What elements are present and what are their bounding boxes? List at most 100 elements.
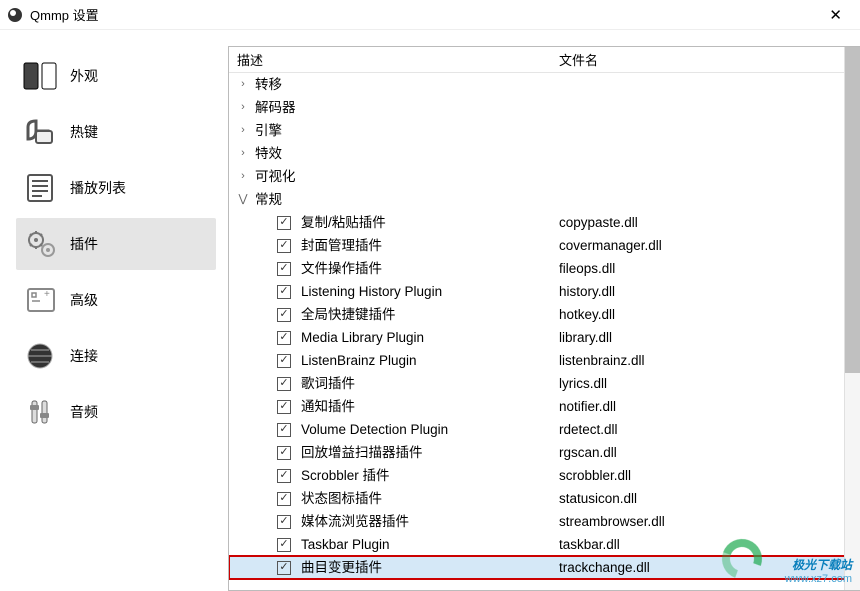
connection-icon — [16, 335, 68, 377]
plugin-desc: Scrobbler 插件 — [301, 464, 559, 487]
plugin-row[interactable]: ✓ 曲目变更插件trackchange.dll — [229, 556, 860, 579]
sidebar-item-playlist[interactable]: 播放列表 — [16, 162, 216, 214]
plugin-checkbox[interactable]: ✓ — [277, 446, 291, 460]
plugin-file: library.dll — [559, 326, 860, 349]
plugin-row[interactable]: ✓ 复制/粘贴插件copypaste.dll — [229, 211, 860, 234]
plugin-file: scrobbler.dll — [559, 464, 860, 487]
plugin-row[interactable]: ✓ 文件操作插件fileops.dll — [229, 257, 860, 280]
plugin-checkbox[interactable]: ✓ — [277, 285, 291, 299]
plugin-row[interactable]: ✓ 媒体流浏览器插件streambrowser.dll — [229, 510, 860, 533]
plugin-checkbox[interactable]: ✓ — [277, 561, 291, 575]
sidebar-item-label: 热键 — [70, 122, 98, 142]
app-icon — [8, 8, 22, 22]
chevron-right-icon[interactable]: › — [235, 119, 251, 142]
chevron-right-icon[interactable]: › — [235, 96, 251, 119]
plugin-row[interactable]: ✓ListenBrainz Pluginlistenbrainz.dll — [229, 349, 860, 372]
plugin-row[interactable]: ✓歌词插件lyrics.dll — [229, 372, 860, 395]
plugin-file: copypaste.dll — [559, 211, 860, 234]
plugin-checkbox[interactable]: ✓ — [277, 354, 291, 368]
plugin-file: covermanager.dll — [559, 234, 860, 257]
plugin-row[interactable]: ✓Volume Detection Pluginrdetect.dll — [229, 418, 860, 441]
tree-group-label: 解码器 — [251, 96, 296, 119]
sidebar-item-connection[interactable]: 连接 — [16, 330, 216, 382]
titlebar: Qmmp 设置 ✕ — [0, 0, 860, 30]
tree-group-label: 引擎 — [251, 119, 282, 142]
plugin-row[interactable]: ✓状态图标插件statusicon.dll — [229, 487, 860, 510]
plugin-checkbox[interactable]: ✓ — [277, 239, 291, 253]
plugin-desc: Volume Detection Plugin — [301, 418, 559, 441]
plugin-file: rgscan.dll — [559, 441, 860, 464]
plugin-row[interactable]: ✓ Scrobbler 插件scrobbler.dll — [229, 464, 860, 487]
svg-text:+: + — [44, 289, 50, 300]
sidebar-item-hotkeys[interactable]: 热键 — [16, 106, 216, 158]
column-header-file[interactable]: 文件名 — [555, 50, 860, 69]
sidebar-item-label: 外观 — [70, 66, 98, 86]
sidebar-item-appearance[interactable]: 外观 — [16, 50, 216, 102]
plugin-row[interactable]: ✓Listening History Pluginhistory.dll — [229, 280, 860, 303]
plugin-checkbox[interactable]: ✓ — [277, 308, 291, 322]
sidebar-item-advanced[interactable]: + 高级 — [16, 274, 216, 326]
plugin-checkbox[interactable]: ✓ — [277, 492, 291, 506]
plugin-row[interactable]: ✓Taskbar Plugintaskbar.dll — [229, 533, 860, 556]
plugin-row[interactable]: ✓ 通知插件notifier.dll — [229, 395, 860, 418]
chevron-right-icon[interactable]: › — [235, 142, 251, 165]
scrollbar-thumb[interactable] — [845, 47, 860, 373]
tree-group[interactable]: ›引擎 — [229, 119, 860, 142]
plugin-checkbox[interactable]: ✓ — [277, 423, 291, 437]
plugin-desc: Taskbar Plugin — [301, 533, 559, 556]
close-icon[interactable]: ✕ — [819, 2, 852, 28]
tree-group-label: 转移 — [251, 73, 282, 96]
plugin-file: listenbrainz.dll — [559, 349, 860, 372]
sidebar: 外观 热键 播放列表 插件 + 高级 — [0, 46, 228, 591]
plugin-desc: 文件操作插件 — [301, 257, 559, 280]
tree-group[interactable]: ›可视化 — [229, 165, 860, 188]
plugin-desc: 通知插件 — [301, 395, 559, 418]
plugin-checkbox[interactable]: ✓ — [277, 515, 291, 529]
plugin-desc: 媒体流浏览器插件 — [301, 510, 559, 533]
plugins-icon — [16, 223, 68, 265]
plugin-row[interactable]: ✓ 封面管理插件covermanager.dll — [229, 234, 860, 257]
tree-group-label: 特效 — [251, 142, 282, 165]
plugin-desc: 回放增益扫描器插件 — [301, 441, 559, 464]
plugin-desc: Listening History Plugin — [301, 280, 559, 303]
plugin-checkbox[interactable]: ✓ — [277, 469, 291, 483]
plugin-checkbox[interactable]: ✓ — [277, 538, 291, 552]
plugin-row[interactable]: ✓全局快捷键插件hotkey.dll — [229, 303, 860, 326]
plugin-file: statusicon.dll — [559, 487, 860, 510]
tree-group-label: 常规 — [251, 188, 282, 211]
plugin-checkbox[interactable]: ✓ — [277, 400, 291, 414]
plugin-checkbox[interactable]: ✓ — [277, 216, 291, 230]
tree-group[interactable]: ⋁常规 — [229, 188, 860, 211]
plugin-file: fileops.dll — [559, 257, 860, 280]
plugin-list[interactable]: ›转移›解码器›引擎›特效›可视化⋁常规✓复制/粘贴插件copypaste.dl… — [229, 73, 860, 590]
tree-group[interactable]: ›解码器 — [229, 96, 860, 119]
columns-header: 描述 文件名 — [229, 47, 860, 73]
chevron-right-icon[interactable]: › — [235, 165, 251, 188]
sidebar-item-plugins[interactable]: 插件 — [16, 218, 216, 270]
plugin-checkbox[interactable]: ✓ — [277, 331, 291, 345]
scrollbar[interactable] — [844, 47, 860, 590]
plugin-row[interactable]: ✓Media Library Pluginlibrary.dll — [229, 326, 860, 349]
plugin-desc: 全局快捷键插件 — [301, 303, 559, 326]
advanced-icon: + — [16, 279, 68, 321]
tree-group[interactable]: ›转移 — [229, 73, 860, 96]
audio-icon — [16, 391, 68, 433]
main-area: 外观 热键 播放列表 插件 + 高级 — [0, 30, 860, 591]
plugin-checkbox[interactable]: ✓ — [277, 262, 291, 276]
sidebar-item-audio[interactable]: 音频 — [16, 386, 216, 438]
tree-group-label: 可视化 — [251, 165, 296, 188]
plugin-desc: 封面管理插件 — [301, 234, 559, 257]
plugin-checkbox[interactable]: ✓ — [277, 377, 291, 391]
plugin-file: trackchange.dll — [559, 556, 860, 579]
plugin-file: notifier.dll — [559, 395, 860, 418]
plugin-desc: 曲目变更插件 — [301, 556, 559, 579]
plugin-row[interactable]: ✓ 回放增益扫描器插件rgscan.dll — [229, 441, 860, 464]
plugin-file: streambrowser.dll — [559, 510, 860, 533]
tree-group[interactable]: ›特效 — [229, 142, 860, 165]
column-header-desc[interactable]: 描述 — [229, 50, 555, 69]
sidebar-item-label: 插件 — [70, 234, 98, 254]
chevron-right-icon[interactable]: › — [235, 73, 251, 96]
plugin-desc: 复制/粘贴插件 — [301, 211, 559, 234]
chevron-down-icon[interactable]: ⋁ — [235, 188, 251, 211]
plugin-desc: 歌词插件 — [301, 372, 559, 395]
